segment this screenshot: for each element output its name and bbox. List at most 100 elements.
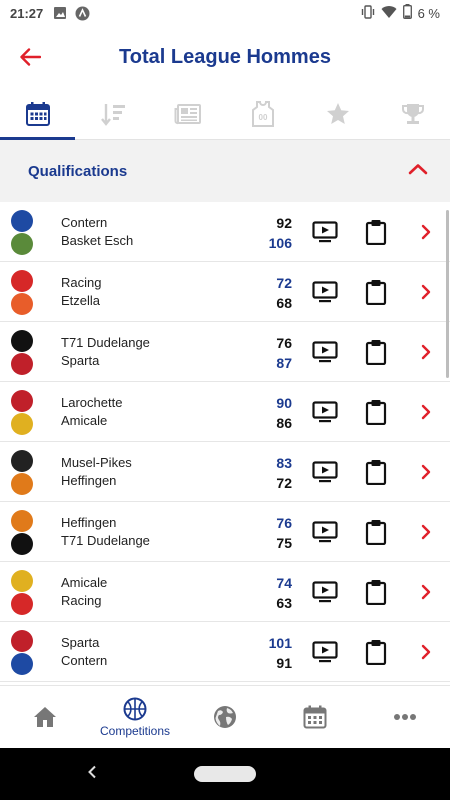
nav-world[interactable]	[180, 686, 270, 748]
home-score: 76	[276, 515, 292, 531]
video-button[interactable]	[311, 218, 339, 246]
game-row[interactable]: Heffingen T71 Dudelange 76 75	[0, 502, 450, 562]
home-team-name: Sparta	[61, 635, 100, 650]
nav-home[interactable]	[0, 686, 90, 748]
game-detail-button[interactable]	[416, 338, 436, 366]
tab-news[interactable]	[150, 88, 225, 139]
chevron-right-icon	[421, 224, 431, 240]
game-row[interactable]: Larochette Amicale 90 86	[0, 382, 450, 442]
away-team-name: Etzella	[61, 293, 101, 308]
video-button[interactable]	[311, 338, 339, 366]
home-team-logo	[11, 329, 33, 352]
game-detail-button[interactable]	[416, 218, 436, 246]
tab-teams[interactable]: 00	[225, 88, 300, 139]
game-detail-button[interactable]	[416, 518, 436, 546]
game-detail-button[interactable]	[416, 398, 436, 426]
chevron-right-icon	[421, 404, 431, 420]
more-icon	[394, 714, 416, 720]
trophy-icon	[401, 103, 424, 124]
home-score: 101	[268, 635, 292, 651]
away-score: 87	[276, 355, 292, 371]
game-detail-button[interactable]	[416, 578, 436, 606]
game-row[interactable]: T71 Dudelange Sparta 76 87	[0, 322, 450, 382]
home-team-name: T71 Dudelange	[61, 335, 150, 350]
away-score: 86	[276, 415, 292, 431]
boxscore-button[interactable]	[362, 578, 390, 606]
clipboard-icon	[365, 639, 387, 665]
status-time: 21:27	[10, 5, 44, 21]
tv-play-icon	[312, 281, 338, 303]
video-button[interactable]	[311, 398, 339, 426]
star-icon	[326, 102, 349, 124]
video-button[interactable]	[311, 458, 339, 486]
game-row[interactable]: Amicale Racing 74 63	[0, 562, 450, 622]
team-logos	[0, 562, 52, 622]
video-button[interactable]	[311, 578, 339, 606]
game-detail-button[interactable]	[416, 638, 436, 666]
away-team-name: Amicale	[61, 413, 108, 428]
scrollbar[interactable]	[446, 210, 449, 378]
tv-play-icon	[312, 461, 338, 483]
away-team-logo	[11, 532, 33, 555]
boxscore-button[interactable]	[362, 338, 390, 366]
home-team-name: Contern	[61, 215, 108, 230]
away-score: 75	[276, 535, 292, 551]
boxscore-button[interactable]	[362, 638, 390, 666]
game-detail-button[interactable]	[416, 278, 436, 306]
section-header[interactable]: Qualifications	[0, 140, 450, 202]
battery-icon	[402, 4, 412, 22]
boxscore-button[interactable]	[362, 278, 390, 306]
nav-calendar[interactable]	[270, 686, 360, 748]
team-names: Contern Basket Esch	[61, 214, 133, 250]
game-score: 90 86	[276, 393, 292, 433]
chevron-right-icon	[421, 644, 431, 660]
game-score: 101 91	[269, 633, 292, 673]
boxscore-button[interactable]	[362, 518, 390, 546]
game-row[interactable]: Sparta Contern 101 91	[0, 622, 450, 682]
tab-standings[interactable]	[75, 88, 150, 139]
system-back-button[interactable]	[80, 760, 104, 784]
boxscore-button[interactable]	[362, 218, 390, 246]
game-row[interactable]: Contern Basket Esch 92 106	[0, 202, 450, 262]
game-score: 72 68	[276, 273, 292, 313]
video-button[interactable]	[311, 638, 339, 666]
system-navigation-bar	[0, 748, 450, 800]
app-notification-icon	[75, 6, 90, 21]
away-team-logo	[11, 472, 33, 495]
tab-calendar[interactable]	[0, 88, 75, 140]
basketball-icon	[123, 697, 147, 720]
battery-percent: 6 %	[417, 5, 440, 21]
system-home-button[interactable]	[194, 766, 256, 782]
away-team-name: Basket Esch	[61, 233, 134, 248]
back-button[interactable]	[0, 26, 60, 88]
tab-favorites[interactable]	[300, 88, 375, 139]
away-team-name: Heffingen	[61, 473, 117, 488]
video-button[interactable]	[311, 518, 339, 546]
home-score: 74	[276, 575, 292, 591]
tab-trophies[interactable]	[375, 88, 450, 139]
vibrate-icon	[361, 4, 375, 22]
game-score: 74 63	[276, 573, 292, 613]
app-screen: 21:27 6 % Total League Hommes 00 Qualifi…	[0, 0, 450, 800]
bottom-navigation: Competitions	[0, 685, 450, 748]
home-score: 90	[276, 395, 292, 411]
team-names: T71 Dudelange Sparta	[61, 334, 150, 370]
game-row[interactable]: Racing Etzella 72 68	[0, 262, 450, 322]
team-logos	[0, 442, 52, 502]
boxscore-button[interactable]	[362, 398, 390, 426]
nav-more[interactable]	[360, 686, 450, 748]
video-button[interactable]	[311, 278, 339, 306]
calendar-icon	[303, 705, 327, 729]
game-detail-button[interactable]	[416, 458, 436, 486]
clipboard-icon	[365, 219, 387, 245]
home-score: 76	[276, 335, 292, 351]
clipboard-icon	[365, 339, 387, 365]
nav-competitions[interactable]: Competitions	[90, 686, 180, 748]
clipboard-icon	[365, 459, 387, 485]
away-score: 68	[276, 295, 292, 311]
page-title: Total League Hommes	[119, 45, 331, 68]
home-team-logo	[11, 209, 33, 232]
game-score: 83 72	[276, 453, 292, 493]
game-row[interactable]: Musel-Pikes Heffingen 83 72	[0, 442, 450, 502]
boxscore-button[interactable]	[362, 458, 390, 486]
